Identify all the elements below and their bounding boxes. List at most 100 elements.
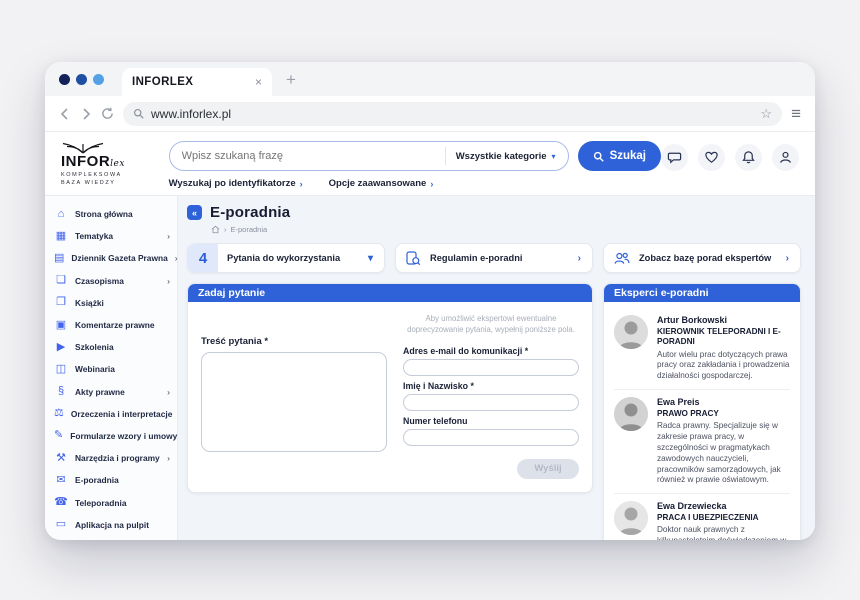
name-field[interactable] [403, 394, 579, 411]
chat-icon [667, 150, 682, 165]
sidebar-item-dziennik-gazeta-prawna[interactable]: ▤ Dziennik Gazeta Prawna › [54, 247, 172, 269]
heart-icon [704, 150, 719, 165]
sidebar-item-webinaria[interactable]: ◫ Webinaria [54, 358, 172, 380]
email-field[interactable] [403, 359, 579, 376]
header-action-icons [661, 139, 799, 189]
scales-icon: ⚖ [54, 408, 64, 419]
chevron-right-icon: › [300, 179, 303, 189]
send-button[interactable]: Wyślij [517, 459, 579, 479]
panel-title: Eksperci e-poradni [604, 284, 800, 302]
document-icon: ❏ [54, 275, 68, 286]
favorites-button[interactable] [698, 144, 725, 171]
expert-list-item: Ewa Preis PRAWO PRACY Radca prawny. Spec… [614, 390, 790, 494]
expert-list-item: Artur Borkowski KIEROWNIK TELEPORADNI I … [614, 308, 790, 390]
tab-close-icon[interactable]: × [255, 76, 262, 88]
card-expert-advice-base[interactable]: Zobacz bazę porad ekspertów › [603, 243, 801, 273]
messages-button[interactable] [661, 144, 688, 171]
chevron-down-icon: ▾ [368, 253, 373, 264]
sidebar-item-akty-prawne[interactable]: § Akty prawne › [54, 381, 172, 403]
window-control-dot[interactable] [59, 74, 70, 85]
chevron-right-icon: › [167, 453, 172, 463]
search-icon [593, 151, 604, 162]
sidebar: ⌂ Strona główna ▦ Tematyka › ▤ Dziennik … [45, 196, 178, 540]
email-label: Adres e-mail do komunikacji * [403, 346, 579, 356]
sidebar-item-formularze[interactable]: ✎ Formularze wzory i umowy [54, 425, 172, 447]
logo-wordmark: INFORlex [61, 154, 169, 169]
chevron-right-icon: › [578, 253, 581, 264]
question-textarea[interactable] [201, 352, 387, 452]
inforlex-logo[interactable]: INFORlex KOMPLEKSOWA BAZA WIEDZY [61, 139, 169, 189]
window-controls[interactable] [59, 74, 104, 85]
bell-icon [741, 150, 756, 165]
book-icon: ❐ [54, 297, 68, 308]
breadcrumb-separator: › [224, 225, 227, 234]
search-input[interactable] [182, 150, 445, 162]
document-search-icon [406, 251, 421, 266]
sidebar-item-teleporadnia[interactable]: ☎ Teleporadnia [54, 491, 172, 513]
search-icon [133, 108, 144, 119]
window-control-dot[interactable] [93, 74, 104, 85]
card-questions-remaining[interactable]: 4 Pytania do wykorzystania ▾ [187, 243, 385, 273]
page-content: ⌂ Strona główna ▦ Tematyka › ▤ Dziennik … [45, 196, 815, 540]
browser-menu-icon[interactable]: ≡ [791, 104, 801, 124]
chevron-right-icon: › [167, 387, 172, 397]
bookmark-star-icon[interactable]: ☆ [760, 106, 772, 122]
sidebar-item-orzeczenia[interactable]: ⚖ Orzeczenia i interpretacje › [54, 403, 172, 425]
browser-tab-bar: INFORLEX × + [45, 62, 815, 96]
breadcrumb-current: E-poradnia [231, 225, 268, 234]
phone-label: Numer telefonu [403, 416, 579, 426]
forward-button[interactable] [80, 108, 92, 120]
link-advanced-options[interactable]: Opcje zaawansowane› [329, 178, 434, 189]
question-label: Treść pytania * [201, 336, 387, 347]
link-search-by-identifier[interactable]: Wyszukaj po identyfikatorze› [169, 178, 303, 189]
browser-tab[interactable]: INFORLEX × [122, 68, 272, 96]
phone-icon: ☎ [54, 497, 68, 508]
sidebar-item-ksiazki[interactable]: ❐ Książki [54, 292, 172, 314]
home-icon[interactable] [211, 225, 220, 234]
new-tab-button[interactable]: + [286, 71, 296, 88]
sidebar-item-narzedzia[interactable]: ⚒ Narzędzia i programy › [54, 447, 172, 469]
webinar-icon: ◫ [54, 364, 68, 375]
chevron-right-icon: › [167, 276, 172, 286]
experts-icon [614, 251, 630, 266]
breadcrumb: › E-poradnia [211, 225, 801, 234]
sidebar-item-aplikacja-na-pulpit[interactable]: ▭ Aplikacja na pulpit [54, 514, 172, 536]
sidebar-item-szkolenia[interactable]: ▶ Szkolenia [54, 336, 172, 358]
expert-avatar [614, 315, 648, 349]
experts-panel: Eksperci e-poradni Artur Borkowski KIERO… [603, 283, 801, 540]
page-title: E-poradnia [210, 204, 290, 221]
sidebar-item-komentarze-prawne[interactable]: ▣ Komentarze prawne [54, 314, 172, 336]
address-bar[interactable]: ☆ [123, 102, 782, 126]
chevron-right-icon: › [430, 179, 433, 189]
browser-url-bar: ☆ ≡ [45, 96, 815, 132]
expert-avatar [614, 397, 648, 431]
sidebar-item-strona-glowna[interactable]: ⌂ Strona główna [54, 203, 172, 225]
card-regulations[interactable]: Regulamin e-poradni › [395, 243, 593, 273]
url-input[interactable] [151, 107, 753, 121]
tools-icon: ⚒ [54, 453, 68, 464]
panel-title: Zadaj pytanie [188, 284, 592, 302]
category-dropdown[interactable]: Wszystkie kategorie ▾ [445, 147, 556, 165]
play-icon: ▶ [54, 342, 68, 353]
back-button[interactable] [59, 108, 71, 120]
form-helper-text: Aby umożliwić ekspertowi ewentualne dopr… [405, 314, 577, 336]
search-button[interactable]: Szukaj [578, 141, 661, 171]
chevron-right-icon: › [167, 231, 172, 241]
notifications-button[interactable] [735, 144, 762, 171]
browser-window: INFORLEX × + ☆ ≡ INFORlex [45, 62, 815, 540]
account-button[interactable] [772, 144, 799, 171]
sidebar-item-e-poradnia[interactable]: ✉ E-poradnia [54, 469, 172, 491]
sidebar-item-tematyka[interactable]: ▦ Tematyka › [54, 225, 172, 247]
questions-count-badge: 4 [188, 243, 218, 273]
phone-field[interactable] [403, 429, 579, 446]
logo-tagline: KOMPLEKSOWA BAZA WIEDZY [61, 171, 169, 188]
briefcase-icon: ▣ [54, 320, 68, 331]
site-header: INFORlex KOMPLEKSOWA BAZA WIEDZY Wszystk… [45, 132, 815, 196]
site-search-field[interactable]: Wszystkie kategorie ▾ [169, 141, 569, 171]
envelope-icon: ✉ [54, 475, 68, 486]
sidebar-item-czasopisma[interactable]: ❏ Czasopisma › [54, 270, 172, 292]
home-icon: ⌂ [54, 209, 68, 220]
refresh-button[interactable] [101, 107, 114, 120]
window-control-dot[interactable] [76, 74, 87, 85]
sidebar-collapse-button[interactable]: « [187, 205, 202, 220]
